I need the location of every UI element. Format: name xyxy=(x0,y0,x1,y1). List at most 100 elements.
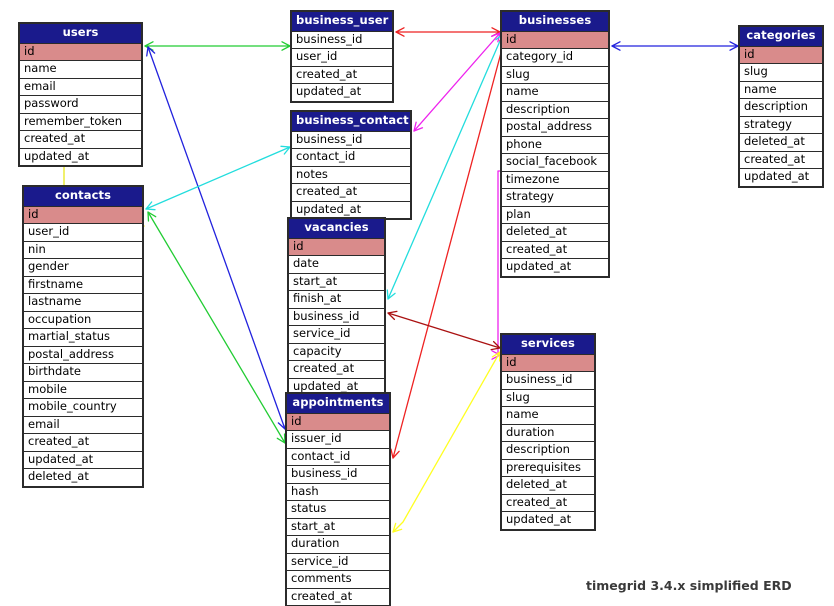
field-users-id: id xyxy=(20,43,141,61)
entity-title-vacancies: vacancies xyxy=(289,219,384,239)
relationship-services-appointments xyxy=(392,351,501,533)
field-business_user-created_at: created_at xyxy=(292,66,392,84)
field-vacancies-business_id: business_id xyxy=(289,308,384,326)
field-categories-created_at: created_at xyxy=(740,151,822,169)
field-contacts-gender: gender xyxy=(24,259,142,277)
field-vacancies-service_id: service_id xyxy=(289,326,384,344)
field-services-slug: slug xyxy=(502,389,594,407)
field-services-business_id: business_id xyxy=(502,372,594,390)
field-appointments-contact_id: contact_id xyxy=(287,448,389,466)
field-appointments-duration: duration xyxy=(287,536,389,554)
field-appointments-hash: hash xyxy=(287,483,389,501)
field-services-name: name xyxy=(502,407,594,425)
field-business_contact-notes: notes xyxy=(292,166,410,184)
field-business_contact-updated_at: updated_at xyxy=(292,201,410,218)
entity-appointments[interactable]: appointments id issuer_id contact_id busines… xyxy=(285,392,391,606)
field-categories-updated_at: updated_at xyxy=(740,169,822,186)
field-contacts-id: id xyxy=(24,206,142,224)
field-contacts-deleted_at: deleted_at xyxy=(24,469,142,486)
field-business_user-business_id: business_id xyxy=(292,31,392,49)
field-users-remember_token: remember_token xyxy=(20,113,141,131)
diagram-caption: timegrid 3.4.x simplified ERD xyxy=(586,578,792,593)
field-businesses-created_at: created_at xyxy=(502,241,608,259)
field-businesses-phone: phone xyxy=(502,136,608,154)
field-contacts-firstname: firstname xyxy=(24,276,142,294)
field-categories-description: description xyxy=(740,99,822,117)
field-vacancies-id: id xyxy=(289,238,384,256)
entity-categories[interactable]: categories id slug name description strategy d… xyxy=(738,25,824,188)
field-categories-slug: slug xyxy=(740,64,822,82)
field-contacts-updated_at: updated_at xyxy=(24,451,142,469)
field-appointments-status: status xyxy=(287,501,389,519)
field-appointments-business_id: business_id xyxy=(287,466,389,484)
field-businesses-deleted_at: deleted_at xyxy=(502,224,608,242)
field-contacts-user_id: user_id xyxy=(24,224,142,242)
field-appointments-service_id: service_id xyxy=(287,553,389,571)
field-business_contact-created_at: created_at xyxy=(292,184,410,202)
field-businesses-id: id xyxy=(502,31,608,49)
field-businesses-category_id: category_id xyxy=(502,49,608,67)
field-business_contact-contact_id: contact_id xyxy=(292,149,410,167)
field-users-updated_at: updated_at xyxy=(20,148,141,165)
relationship-contacts-appointments xyxy=(147,211,286,444)
field-businesses-social_facebook: social_facebook xyxy=(502,154,608,172)
entity-title-users: users xyxy=(20,24,141,44)
field-contacts-email: email xyxy=(24,416,142,434)
field-businesses-strategy: strategy xyxy=(502,189,608,207)
entity-title-contacts: contacts xyxy=(24,187,142,207)
field-business_user-user_id: user_id xyxy=(292,49,392,67)
entity-vacancies[interactable]: vacancies id date start_at finish_at business… xyxy=(287,217,386,397)
entity-users[interactable]: users id name email password remember_token cr… xyxy=(18,22,143,167)
entity-business_contact[interactable]: business_contact business_id contact_id not… xyxy=(290,110,412,220)
field-appointments-start_at: start_at xyxy=(287,518,389,536)
field-appointments-comments: comments xyxy=(287,571,389,589)
entity-contacts[interactable]: contacts id user_id nin gender firstname lastn… xyxy=(22,185,144,488)
field-categories-strategy: strategy xyxy=(740,116,822,134)
field-vacancies-capacity: capacity xyxy=(289,343,384,361)
field-appointments-issuer_id: issuer_id xyxy=(287,431,389,449)
field-businesses-slug: slug xyxy=(502,66,608,84)
field-categories-id: id xyxy=(740,46,822,64)
field-businesses-plan: plan xyxy=(502,206,608,224)
field-vacancies-date: date xyxy=(289,256,384,274)
erd-canvas: users id name email password remember_token cr… xyxy=(0,0,834,606)
field-vacancies-start_at: start_at xyxy=(289,273,384,291)
relationship-businesses-business_contact xyxy=(413,32,501,132)
field-businesses-description: description xyxy=(502,101,608,119)
entity-title-categories: categories xyxy=(740,27,822,47)
field-contacts-postal_address: postal_address xyxy=(24,346,142,364)
field-appointments-created_at: created_at xyxy=(287,588,389,606)
relationship-businesses-appointments xyxy=(392,33,507,459)
field-contacts-martial_status: martial_status xyxy=(24,329,142,347)
entity-title-appointments: appointments xyxy=(287,394,389,414)
field-services-created_at: created_at xyxy=(502,494,594,512)
relationship-contacts-business_contact xyxy=(145,146,291,210)
entity-business_user[interactable]: business_user business_id user_id created_a… xyxy=(290,10,394,103)
field-services-deleted_at: deleted_at xyxy=(502,477,594,495)
field-appointments-id: id xyxy=(287,413,389,431)
field-users-password: password xyxy=(20,96,141,114)
field-contacts-mobile: mobile xyxy=(24,381,142,399)
field-contacts-birthdate: birthdate xyxy=(24,364,142,382)
field-services-id: id xyxy=(502,354,594,372)
field-contacts-nin: nin xyxy=(24,241,142,259)
field-businesses-postal_address: postal_address xyxy=(502,119,608,137)
field-businesses-timezone: timezone xyxy=(502,171,608,189)
field-services-duration: duration xyxy=(502,424,594,442)
entity-services[interactable]: services id business_id slug name duration des… xyxy=(500,333,596,531)
field-users-created_at: created_at xyxy=(20,131,141,149)
entity-businesses[interactable]: businesses id category_id slug name descripti… xyxy=(500,10,610,278)
field-contacts-lastname: lastname xyxy=(24,294,142,312)
field-services-prerequisites: prerequisites xyxy=(502,459,594,477)
field-businesses-name: name xyxy=(502,84,608,102)
field-businesses-updated_at: updated_at xyxy=(502,259,608,276)
field-contacts-occupation: occupation xyxy=(24,311,142,329)
field-vacancies-created_at: created_at xyxy=(289,361,384,379)
field-business_user-updated_at: updated_at xyxy=(292,84,392,101)
field-contacts-created_at: created_at xyxy=(24,434,142,452)
entity-title-businesses: businesses xyxy=(502,12,608,32)
relationship-services-vacancies xyxy=(387,312,501,349)
field-vacancies-finish_at: finish_at xyxy=(289,291,384,309)
field-categories-deleted_at: deleted_at xyxy=(740,134,822,152)
entity-title-business_contact: business_contact xyxy=(292,112,410,132)
